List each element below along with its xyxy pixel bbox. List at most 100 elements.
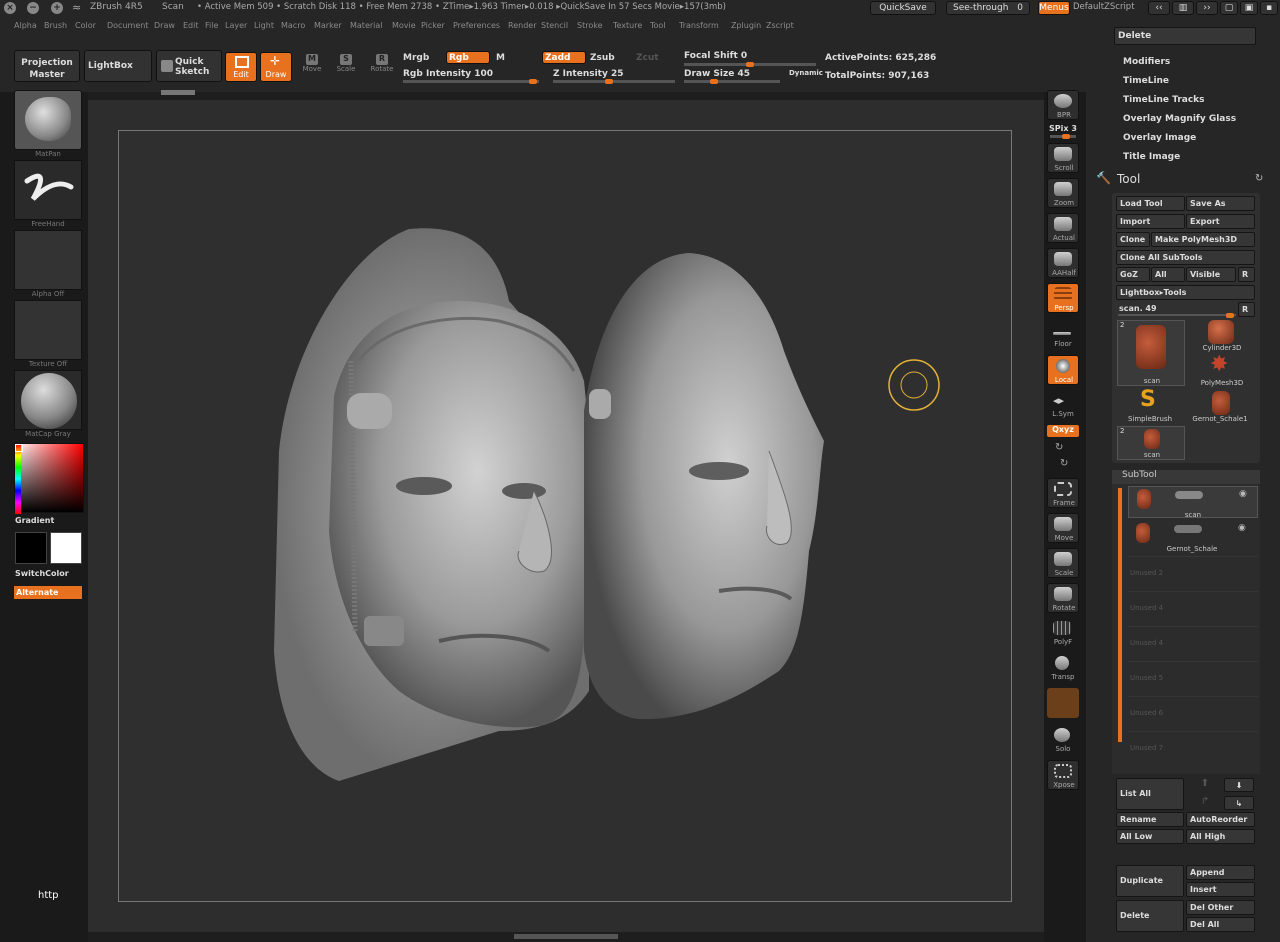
- timeline-menu[interactable]: TimeLine: [1123, 76, 1169, 86]
- draw-size-label[interactable]: Draw Size 45: [684, 69, 750, 79]
- hue-strip[interactable]: [15, 444, 21, 514]
- rotate-view-button[interactable]: Rotate: [1047, 583, 1079, 613]
- menu-brush[interactable]: Brush: [44, 21, 67, 30]
- menu-light[interactable]: Light: [254, 21, 274, 30]
- subtool-gernot-eye-icon[interactable]: ◉: [1238, 523, 1246, 533]
- menu-zplugin[interactable]: Zplugin: [731, 21, 761, 30]
- export-button[interactable]: Export: [1186, 214, 1255, 229]
- z-intensity-label[interactable]: Z Intensity 25: [553, 69, 624, 79]
- head-model-gernot[interactable]: [584, 253, 824, 720]
- move-button[interactable]: M Move: [298, 54, 326, 82]
- brush-thumbnail[interactable]: [14, 90, 82, 150]
- menu-movie[interactable]: Movie: [392, 21, 416, 30]
- floor-button[interactable]: Floor: [1047, 320, 1079, 350]
- current-tool-slider-track[interactable]: [1118, 313, 1236, 318]
- document-frame[interactable]: [118, 130, 1012, 902]
- focal-shift-label[interactable]: Focal Shift 0: [684, 51, 747, 61]
- move-up-icon[interactable]: ⬆: [1190, 778, 1220, 792]
- del-other-button[interactable]: Del Other: [1186, 900, 1255, 915]
- tool-thumb-polymesh[interactable]: ✸ PolyMesh3D: [1190, 354, 1254, 390]
- see-through-slider[interactable]: See-through 0: [946, 1, 1030, 15]
- menu-tool[interactable]: Tool: [650, 21, 666, 30]
- tool-thumb-scan-2[interactable]: 2 scan: [1117, 426, 1185, 460]
- alternate-button[interactable]: Alternate: [14, 586, 82, 599]
- layout-grid-icon[interactable]: ▥: [1172, 1, 1194, 15]
- import-button[interactable]: Import: [1116, 214, 1185, 229]
- draw-size-slider[interactable]: [684, 79, 780, 84]
- delete-subtool-button[interactable]: Delete: [1116, 900, 1184, 932]
- menu-transform[interactable]: Transform: [679, 21, 719, 30]
- canvas-bottom-handle[interactable]: [514, 934, 618, 939]
- tool-thumb-scan[interactable]: 2 scan: [1117, 320, 1185, 386]
- tool-thumb-gernot[interactable]: Gernot_Schale1: [1190, 391, 1254, 425]
- reset-palette-icon[interactable]: ↻: [1255, 173, 1263, 184]
- scale-button[interactable]: S Scale: [332, 54, 360, 82]
- subtool-empty-slot[interactable]: Unused 7: [1128, 731, 1258, 763]
- delete-top-button[interactable]: Delete: [1114, 27, 1256, 45]
- menu-stroke[interactable]: Stroke: [577, 21, 603, 30]
- menu-file[interactable]: File: [205, 21, 218, 30]
- sculpt-viewport[interactable]: [119, 131, 1011, 901]
- head-model-scan[interactable]: [274, 228, 599, 781]
- subtool-empty-slot[interactable]: Unused 2: [1128, 556, 1258, 588]
- mrgb-button[interactable]: Mrgb: [403, 53, 429, 63]
- zadd-button[interactable]: Zadd: [542, 51, 586, 64]
- tool-thumb-cylinder[interactable]: Cylinder3D: [1190, 320, 1254, 354]
- focal-shift-slider[interactable]: [684, 62, 816, 67]
- goz-r-button[interactable]: R: [1238, 267, 1255, 282]
- persp-button[interactable]: Persp: [1047, 283, 1079, 313]
- local-button[interactable]: Local: [1047, 355, 1079, 385]
- z-intensity-knob[interactable]: [605, 79, 613, 84]
- subtool-empty-slot[interactable]: Unused 6: [1128, 696, 1258, 728]
- menu-preferences[interactable]: Preferences: [453, 21, 500, 30]
- menu-color[interactable]: Color: [75, 21, 96, 30]
- minimize-icon[interactable]: −: [27, 2, 39, 14]
- gradient-label[interactable]: Gradient: [15, 516, 54, 525]
- spix-slider-track[interactable]: [1050, 134, 1076, 139]
- rename-button[interactable]: Rename: [1116, 812, 1184, 827]
- primary-color-swatch[interactable]: [15, 532, 47, 564]
- menu-texture[interactable]: Texture: [613, 21, 642, 30]
- draw-button[interactable]: ✛ Draw: [260, 52, 292, 82]
- rotate-axis-2-icon[interactable]: ↻: [1060, 458, 1068, 469]
- dynamic-button[interactable]: Dynamic: [789, 69, 823, 77]
- subtool-empty-slot[interactable]: Unused 4: [1128, 591, 1258, 623]
- move-down-icon[interactable]: ⬇: [1224, 778, 1254, 792]
- tool-palette-title[interactable]: Tool: [1117, 172, 1140, 186]
- menus-button[interactable]: Menus: [1038, 1, 1070, 15]
- move-view-button[interactable]: Move: [1047, 513, 1079, 543]
- frame-button[interactable]: Frame: [1047, 478, 1079, 508]
- default-zscript[interactable]: DefaultZScript: [1073, 2, 1135, 12]
- modifiers-menu[interactable]: Modifiers: [1123, 57, 1170, 67]
- append-button[interactable]: Append: [1186, 865, 1255, 880]
- m-button[interactable]: M: [496, 53, 505, 63]
- rotate-button[interactable]: R Rotate: [368, 54, 396, 82]
- spix-slider-knob[interactable]: [1062, 134, 1070, 139]
- timeline-tracks-menu[interactable]: TimeLine Tracks: [1123, 95, 1205, 105]
- zcut-button[interactable]: Zcut: [636, 53, 659, 63]
- zsub-button[interactable]: Zsub: [590, 53, 615, 63]
- all-low-button[interactable]: All Low: [1116, 829, 1184, 844]
- menu-stencil[interactable]: Stencil: [541, 21, 568, 30]
- window-close-icon[interactable]: ▪: [1260, 1, 1278, 15]
- stroke-thumbnail[interactable]: [14, 160, 82, 220]
- tool-thumb-simplebrush[interactable]: S SimpleBrush: [1118, 389, 1182, 425]
- menu-macro[interactable]: Macro: [281, 21, 305, 30]
- layout-next-icon[interactable]: ››: [1196, 1, 1218, 15]
- tool-r-button[interactable]: R: [1238, 302, 1255, 317]
- overlay-magnify-glass-menu[interactable]: Overlay Magnify Glass: [1123, 114, 1236, 124]
- all-high-button[interactable]: All High: [1186, 829, 1255, 844]
- color-picker[interactable]: [14, 443, 84, 514]
- xyz-button[interactable]: Qxyz: [1047, 425, 1079, 437]
- clone-button[interactable]: Clone: [1116, 232, 1150, 247]
- window-restore-icon[interactable]: ▢: [1220, 1, 1238, 15]
- rgb-button[interactable]: Rgb: [446, 51, 490, 64]
- maximize-icon[interactable]: +: [51, 2, 63, 14]
- lightbox-button[interactable]: LightBox: [84, 50, 152, 82]
- goz-button[interactable]: GoZ: [1116, 267, 1150, 282]
- edit-button[interactable]: Edit: [225, 52, 257, 82]
- rgb-intensity-slider[interactable]: [403, 79, 539, 84]
- insert-button[interactable]: Insert: [1186, 882, 1255, 897]
- menu-material[interactable]: Material: [350, 21, 383, 30]
- zoom-button[interactable]: Zoom: [1047, 178, 1079, 208]
